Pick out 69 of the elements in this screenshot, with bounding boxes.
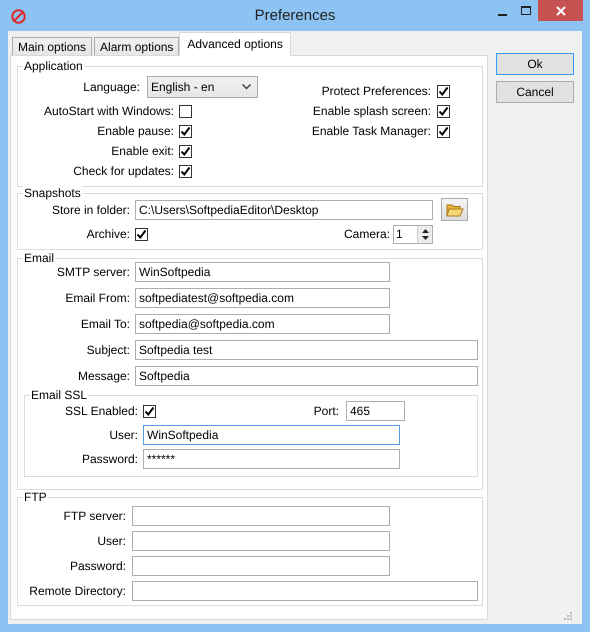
text-field[interactable] (132, 580, 478, 600)
field-label: Store in folder: (50, 202, 130, 216)
field-label: Archive: (86, 227, 130, 241)
checkbox[interactable] (437, 124, 450, 138)
field-label: SMTP server: (56, 265, 130, 279)
group-title: Snapshots (24, 186, 81, 200)
field-label: Subject: (86, 343, 130, 357)
tab[interactable]: Advanced options (179, 32, 291, 56)
language-dropdown[interactable]: English - en (147, 76, 258, 98)
close-button[interactable] (538, 0, 583, 21)
spin-arrows-icon[interactable] (422, 228, 428, 240)
caret-icon (242, 84, 251, 90)
field-label: Check for updates: (72, 164, 174, 178)
group-title: FTP (24, 490, 47, 504)
checkbox[interactable] (179, 104, 192, 118)
cancel-button[interactable]: Cancel (496, 81, 574, 103)
field-label: Language: (82, 80, 140, 94)
group-title: Application (24, 59, 83, 73)
text-field[interactable]: Softpedia (135, 366, 478, 386)
text-field[interactable]: C:\Users\SoftpediaEditor\Desktop (135, 200, 433, 220)
close-icon (556, 6, 566, 16)
field-label: Enable Task Manager: (310, 124, 431, 138)
field-label: Protect Preferences: (320, 84, 431, 98)
maximize-icon (520, 6, 532, 16)
ok-button[interactable]: Ok (496, 53, 574, 75)
text-field[interactable] (132, 556, 390, 576)
minimize-icon (498, 14, 506, 16)
group-title: Email SSL (31, 388, 88, 402)
field-label: Password: (80, 452, 138, 466)
field-label: Email To: (80, 317, 130, 331)
window-title: Preferences (254, 6, 336, 26)
text-field[interactable] (132, 530, 390, 550)
text-field[interactable]: ****** (143, 449, 400, 469)
field-label: User: (108, 428, 138, 442)
checkbox[interactable] (135, 228, 148, 240)
text-field[interactable] (132, 506, 390, 526)
field-label: Remote Directory: (28, 584, 126, 598)
folder-icon (446, 202, 464, 216)
browse-button[interactable] (441, 198, 468, 221)
field-label: AutoStart with Windows: (42, 104, 174, 118)
text-field[interactable]: softpedia@softpedia.com (135, 314, 390, 334)
text-field[interactable]: Softpedia test (135, 340, 478, 360)
field-label: SSL Enabled: (64, 404, 138, 418)
field-label: Port: (312, 404, 339, 418)
field-label: Enable exit: (110, 144, 174, 158)
field-label: Email From: (64, 291, 130, 305)
tab[interactable]: Alarm options (94, 37, 180, 55)
field-label: Enable splash screen: (312, 104, 431, 118)
field-label: User: (96, 534, 126, 548)
field-label: Camera: (342, 227, 390, 241)
number-spinner[interactable]: 1 (393, 224, 433, 244)
text-field[interactable]: WinSoftpedia (135, 262, 390, 282)
field-label: Message: (76, 369, 130, 383)
field-label: Enable pause: (96, 124, 174, 138)
checkbox[interactable] (437, 84, 450, 98)
tab[interactable]: Main options (12, 37, 92, 55)
checkbox[interactable] (143, 404, 156, 418)
resize-grip[interactable] (563, 611, 572, 620)
group-title: Email (24, 251, 54, 265)
checkbox[interactable] (179, 164, 192, 178)
field-label: FTP server: (62, 508, 126, 522)
checkbox[interactable] (179, 144, 192, 158)
text-field[interactable]: softpediatest@softpedia.com (135, 288, 390, 308)
checkbox[interactable] (179, 124, 192, 138)
checkbox[interactable] (437, 104, 450, 118)
text-field[interactable]: WinSoftpedia (143, 425, 400, 445)
app-icon (11, 9, 26, 24)
text-field[interactable]: 465 (346, 401, 405, 421)
field-label: Password: (68, 558, 126, 572)
